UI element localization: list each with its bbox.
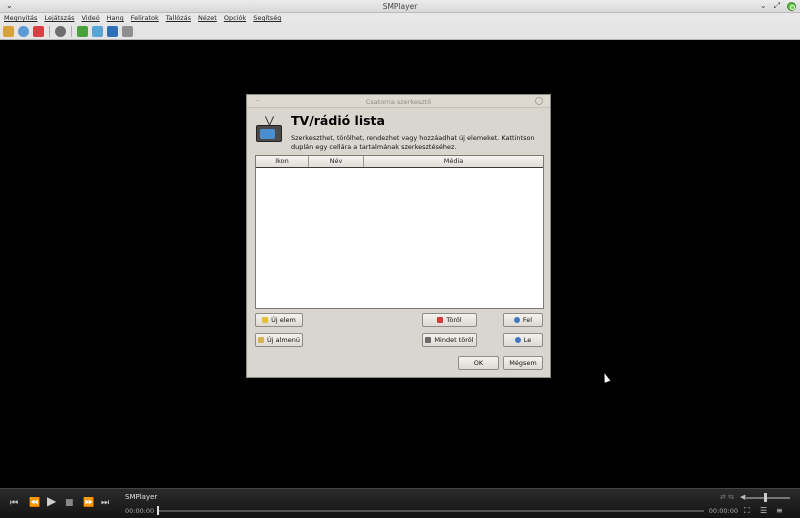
column-header-ikon[interactable]: Ikon	[256, 156, 309, 167]
dialog-description: Szerkeszthet, törölhet, rendezhet vagy h…	[291, 134, 535, 151]
column-header-media[interactable]: Média	[364, 156, 543, 167]
dialog-header: TV/rádió lista Szerkeszthet, törölhet, r…	[255, 112, 545, 152]
cancel-button[interactable]: Mégsem	[503, 356, 543, 370]
new-submenu-button[interactable]: Új almenü	[255, 333, 303, 347]
restore-icon[interactable]: ⤢	[774, 1, 780, 11]
stop-icon[interactable]: ■	[65, 498, 74, 508]
folder-add-icon	[258, 337, 264, 343]
delete-button[interactable]: Töröl	[422, 313, 477, 327]
time-current: 00:00:00	[125, 507, 155, 515]
new-submenu-label: Új almenü	[267, 336, 300, 344]
volume-icon[interactable]: ◀	[740, 493, 745, 501]
minimize-icon[interactable]: ⌄	[760, 1, 767, 11]
toolbar	[0, 23, 800, 40]
menu-lejatszas[interactable]: Lejátszás	[44, 13, 74, 23]
dialog-heading: TV/rádió lista	[291, 113, 385, 128]
dialog-titlebar: – Csatorna szerkesztő	[247, 95, 550, 108]
window-titlebar: ⌄ SMPlayer ⌄ ⤢	[0, 0, 800, 13]
star-add-icon	[262, 317, 269, 323]
menu-nezet[interactable]: Nézet	[198, 13, 217, 23]
screenshot-icon[interactable]	[107, 25, 118, 37]
volume-slider[interactable]	[746, 497, 790, 499]
move-up-label: Fel	[522, 316, 533, 324]
trash-icon	[425, 337, 432, 343]
arrow-up-icon	[513, 317, 520, 323]
cancel-label: Mégsem	[509, 359, 537, 367]
move-up-button[interactable]: Fel	[503, 313, 543, 327]
column-header-nev[interactable]: Név	[309, 156, 364, 167]
ok-label: OK	[473, 359, 484, 367]
seek-handle[interactable]	[157, 506, 159, 515]
window-buttons: ⌄ ⤢	[760, 1, 796, 11]
forward-icon[interactable]: ⏩	[83, 498, 94, 508]
menu-megnyitas[interactable]: Megnyitás	[4, 13, 37, 23]
rewind-icon[interactable]: ⏪	[29, 498, 40, 508]
dialog-title: Csatorna szerkesztő	[365, 98, 432, 106]
channel-editor-dialog: – Csatorna szerkesztő TV/rádió lista Sze…	[246, 94, 551, 378]
play-icon[interactable]: ▶	[47, 495, 56, 507]
skip-forward-icon[interactable]: ⏭	[101, 498, 109, 508]
open-disc-icon[interactable]	[18, 25, 29, 37]
menu-segitseg[interactable]: Segítség	[253, 13, 281, 23]
favorites-icon[interactable]	[33, 25, 44, 37]
delete-label: Töröl	[446, 316, 462, 324]
delete-icon	[437, 317, 444, 323]
seek-bar[interactable]	[158, 510, 704, 512]
playlist-icon[interactable]	[77, 25, 88, 37]
window-title: SMPlayer	[382, 2, 418, 11]
toolbar-separator	[71, 25, 72, 37]
table-header: Ikon Név Média	[256, 156, 543, 168]
time-total: 00:00:00	[708, 507, 738, 515]
menu-video[interactable]: Videó	[81, 13, 99, 23]
menu-opciok[interactable]: Opciók	[224, 13, 246, 23]
fullscreen-icon[interactable]: ⛶	[744, 506, 750, 516]
media-name: SMPlayer	[125, 493, 158, 501]
move-down-button[interactable]: Le	[503, 333, 543, 347]
move-down-label: Le	[523, 336, 532, 344]
player-controls: ⏮ ⏪ ▶ ■ ⏩ ⏭ SMPlayer 00:00:00 00:00:00 ⇄…	[0, 488, 800, 518]
tv-icon	[255, 116, 283, 142]
new-item-button[interactable]: Új elem	[255, 313, 303, 327]
toolbar-separator	[49, 25, 50, 37]
channel-table[interactable]: Ikon Név Média	[255, 155, 544, 309]
equalizer-toggle-icon[interactable]: ≡	[776, 506, 783, 515]
new-item-label: Új elem	[271, 316, 296, 324]
open-folder-icon[interactable]	[3, 25, 14, 37]
arrow-down-icon	[514, 337, 521, 343]
equalizer-icon[interactable]	[92, 25, 103, 37]
delete-all-button[interactable]: Mindet töröl	[422, 333, 477, 347]
volume-area: ◀ ⛶ ☰ ≡	[740, 492, 796, 517]
menubar: Megnyitás Lejátszás Videó Hang Feliratok…	[0, 13, 800, 23]
playlist-toggle-icon[interactable]: ☰	[760, 506, 767, 515]
volume-handle[interactable]	[764, 493, 767, 502]
record-icon[interactable]	[55, 25, 66, 37]
delete-all-label: Mindet töröl	[434, 336, 474, 344]
preferences-icon[interactable]	[122, 25, 133, 37]
skip-back-icon[interactable]: ⏮	[10, 498, 18, 508]
menu-feliratok[interactable]: Feliratok	[131, 13, 159, 23]
menu-tallozas[interactable]: Tallózás	[166, 13, 191, 23]
menu-hang[interactable]: Hang	[107, 13, 124, 23]
status-panel: SMPlayer 00:00:00 00:00:00 ⇄ ⇆	[122, 491, 742, 518]
repeat-icon[interactable]: ⇄ ⇆	[720, 493, 734, 501]
dialog-close-icon[interactable]	[535, 97, 543, 105]
close-icon[interactable]	[787, 1, 796, 11]
ok-button[interactable]: OK	[458, 356, 499, 370]
